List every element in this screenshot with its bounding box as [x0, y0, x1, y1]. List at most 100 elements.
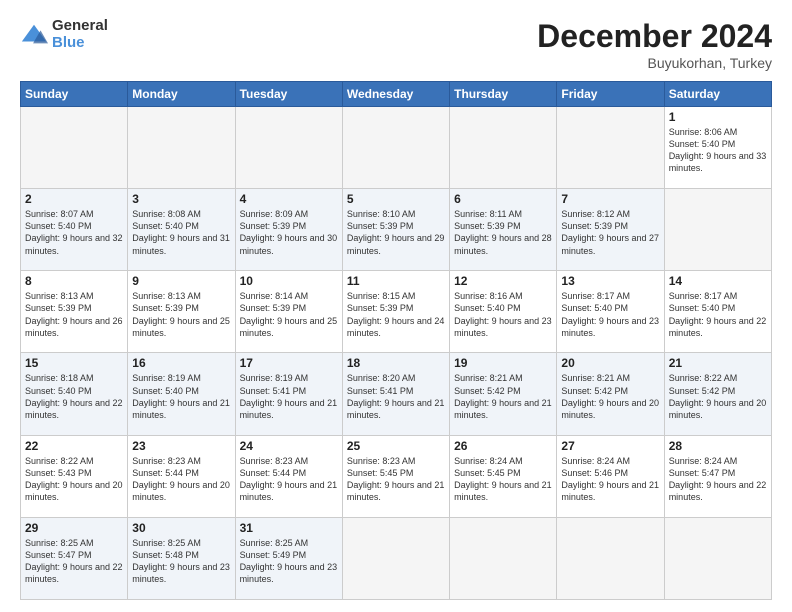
day-info: Sunrise: 8:25 AMSunset: 5:48 PMDaylight:…	[132, 537, 230, 586]
calendar-cell: 1 Sunrise: 8:06 AMSunset: 5:40 PMDaylight…	[664, 107, 771, 189]
calendar-cell: 5Sunrise: 8:10 AMSunset: 5:39 PMDaylight…	[342, 189, 449, 271]
calendar-week-2: 2Sunrise: 8:07 AMSunset: 5:40 PMDaylight…	[21, 189, 772, 271]
calendar-table: SundayMondayTuesdayWednesdayThursdayFrid…	[20, 81, 772, 600]
day-number: 12	[454, 274, 552, 288]
calendar-cell: 20Sunrise: 8:21 AMSunset: 5:42 PMDayligh…	[557, 353, 664, 435]
day-number: 19	[454, 356, 552, 370]
day-info: Sunrise: 8:11 AMSunset: 5:39 PMDaylight:…	[454, 208, 552, 257]
day-number: 3	[132, 192, 230, 206]
day-info: Sunrise: 8:22 AMSunset: 5:42 PMDaylight:…	[669, 372, 767, 421]
day-number: 16	[132, 356, 230, 370]
day-info: Sunrise: 8:12 AMSunset: 5:39 PMDaylight:…	[561, 208, 659, 257]
day-info: Sunrise: 8:24 AMSunset: 5:47 PMDaylight:…	[669, 455, 767, 504]
calendar-cell	[557, 107, 664, 189]
calendar-cell: 24Sunrise: 8:23 AMSunset: 5:44 PMDayligh…	[235, 435, 342, 517]
calendar-cell: 18Sunrise: 8:20 AMSunset: 5:41 PMDayligh…	[342, 353, 449, 435]
calendar-cell	[450, 517, 557, 599]
day-info: Sunrise: 8:23 AMSunset: 5:45 PMDaylight:…	[347, 455, 445, 504]
day-number: 26	[454, 439, 552, 453]
weekday-header-friday: Friday	[557, 82, 664, 107]
weekday-header-row: SundayMondayTuesdayWednesdayThursdayFrid…	[21, 82, 772, 107]
calendar-cell	[342, 517, 449, 599]
calendar-cell: 9 Sunrise: 8:13 AMSunset: 5:39 PMDaylight…	[128, 271, 235, 353]
day-info: Sunrise: 8:22 AMSunset: 5:43 PMDaylight:…	[25, 455, 123, 504]
day-number: 24	[240, 439, 338, 453]
calendar-cell	[342, 107, 449, 189]
day-info: Sunrise: 8:13 AMSunset: 5:39 PMDaylight:…	[132, 290, 230, 339]
calendar-cell: 6 Sunrise: 8:11 AMSunset: 5:39 PMDaylight…	[450, 189, 557, 271]
day-info: Sunrise: 8:15 AMSunset: 5:39 PMDaylight:…	[347, 290, 445, 339]
day-info: Sunrise: 8:18 AMSunset: 5:40 PMDaylight:…	[25, 372, 123, 421]
day-number: 1	[669, 110, 767, 124]
calendar-cell: 29 Sunrise: 8:25 AMSunset: 5:47 PMDayligh…	[21, 517, 128, 599]
day-number: 11	[347, 274, 445, 288]
day-info: Sunrise: 8:14 AMSunset: 5:39 PMDaylight:…	[240, 290, 338, 339]
calendar-cell: 12 Sunrise: 8:16 AMSunset: 5:40 PMDayligh…	[450, 271, 557, 353]
calendar-cell: 19 Sunrise: 8:21 AMSunset: 5:42 PMDayligh…	[450, 353, 557, 435]
calendar-cell	[450, 107, 557, 189]
page: General Blue December 2024 Buyukorhan, T…	[0, 0, 792, 612]
calendar-cell: 4 Sunrise: 8:09 AMSunset: 5:39 PMDaylight…	[235, 189, 342, 271]
calendar-cell: 28 Sunrise: 8:24 AMSunset: 5:47 PMDayligh…	[664, 435, 771, 517]
calendar-cell: 26 Sunrise: 8:24 AMSunset: 5:45 PMDayligh…	[450, 435, 557, 517]
day-info: Sunrise: 8:24 AMSunset: 5:46 PMDaylight:…	[561, 455, 659, 504]
day-number: 17	[240, 356, 338, 370]
weekday-header-wednesday: Wednesday	[342, 82, 449, 107]
day-info: Sunrise: 8:21 AMSunset: 5:42 PMDaylight:…	[561, 372, 659, 421]
logo-blue-text: Blue	[52, 35, 108, 52]
day-info: Sunrise: 8:24 AMSunset: 5:45 PMDaylight:…	[454, 455, 552, 504]
day-number: 27	[561, 439, 659, 453]
calendar-week-6: 29 Sunrise: 8:25 AMSunset: 5:47 PMDayligh…	[21, 517, 772, 599]
day-info: Sunrise: 8:25 AMSunset: 5:47 PMDaylight:…	[25, 537, 123, 586]
day-number: 14	[669, 274, 767, 288]
day-info: Sunrise: 8:16 AMSunset: 5:40 PMDaylight:…	[454, 290, 552, 339]
day-number: 6	[454, 192, 552, 206]
day-number: 7	[561, 192, 659, 206]
day-info: Sunrise: 8:13 AMSunset: 5:39 PMDaylight:…	[25, 290, 123, 339]
day-number: 22	[25, 439, 123, 453]
calendar-week-5: 22 Sunrise: 8:22 AMSunset: 5:43 PMDayligh…	[21, 435, 772, 517]
calendar-week-3: 8 Sunrise: 8:13 AMSunset: 5:39 PMDaylight…	[21, 271, 772, 353]
month-title: December 2024	[537, 18, 772, 55]
weekday-header-saturday: Saturday	[664, 82, 771, 107]
calendar-cell: 11 Sunrise: 8:15 AMSunset: 5:39 PMDayligh…	[342, 271, 449, 353]
calendar-cell	[21, 107, 128, 189]
day-info: Sunrise: 8:09 AMSunset: 5:39 PMDaylight:…	[240, 208, 338, 257]
logo-icon	[20, 21, 48, 49]
header: General Blue December 2024 Buyukorhan, T…	[20, 18, 772, 71]
calendar-cell: 2Sunrise: 8:07 AMSunset: 5:40 PMDaylight…	[21, 189, 128, 271]
calendar-cell: 31Sunrise: 8:25 AMSunset: 5:49 PMDayligh…	[235, 517, 342, 599]
day-info: Sunrise: 8:17 AMSunset: 5:40 PMDaylight:…	[669, 290, 767, 339]
day-info: Sunrise: 8:17 AMSunset: 5:40 PMDaylight:…	[561, 290, 659, 339]
day-number: 21	[669, 356, 767, 370]
calendar-cell	[235, 107, 342, 189]
day-number: 9	[132, 274, 230, 288]
calendar-cell: 22 Sunrise: 8:22 AMSunset: 5:43 PMDayligh…	[21, 435, 128, 517]
calendar-week-1: 1 Sunrise: 8:06 AMSunset: 5:40 PMDaylight…	[21, 107, 772, 189]
calendar-cell: 14 Sunrise: 8:17 AMSunset: 5:40 PMDayligh…	[664, 271, 771, 353]
weekday-header-sunday: Sunday	[21, 82, 128, 107]
day-number: 15	[25, 356, 123, 370]
weekday-header-thursday: Thursday	[450, 82, 557, 107]
calendar-cell: 16Sunrise: 8:19 AMSunset: 5:40 PMDayligh…	[128, 353, 235, 435]
calendar-cell: 17 Sunrise: 8:19 AMSunset: 5:41 PMDayligh…	[235, 353, 342, 435]
weekday-header-monday: Monday	[128, 82, 235, 107]
day-number: 4	[240, 192, 338, 206]
day-number: 28	[669, 439, 767, 453]
calendar-week-4: 15 Sunrise: 8:18 AMSunset: 5:40 PMDayligh…	[21, 353, 772, 435]
day-number: 29	[25, 521, 123, 535]
day-info: Sunrise: 8:10 AMSunset: 5:39 PMDaylight:…	[347, 208, 445, 257]
title-block: December 2024 Buyukorhan, Turkey	[537, 18, 772, 71]
logo: General Blue	[20, 18, 108, 51]
calendar-cell: 13Sunrise: 8:17 AMSunset: 5:40 PMDayligh…	[557, 271, 664, 353]
day-number: 31	[240, 521, 338, 535]
day-info: Sunrise: 8:06 AMSunset: 5:40 PMDaylight:…	[669, 126, 767, 175]
day-info: Sunrise: 8:19 AMSunset: 5:41 PMDaylight:…	[240, 372, 338, 421]
calendar-cell	[128, 107, 235, 189]
calendar-cell: 7 Sunrise: 8:12 AMSunset: 5:39 PMDaylight…	[557, 189, 664, 271]
day-info: Sunrise: 8:21 AMSunset: 5:42 PMDaylight:…	[454, 372, 552, 421]
calendar-cell: 30Sunrise: 8:25 AMSunset: 5:48 PMDayligh…	[128, 517, 235, 599]
weekday-header-tuesday: Tuesday	[235, 82, 342, 107]
calendar-cell	[664, 189, 771, 271]
day-number: 8	[25, 274, 123, 288]
